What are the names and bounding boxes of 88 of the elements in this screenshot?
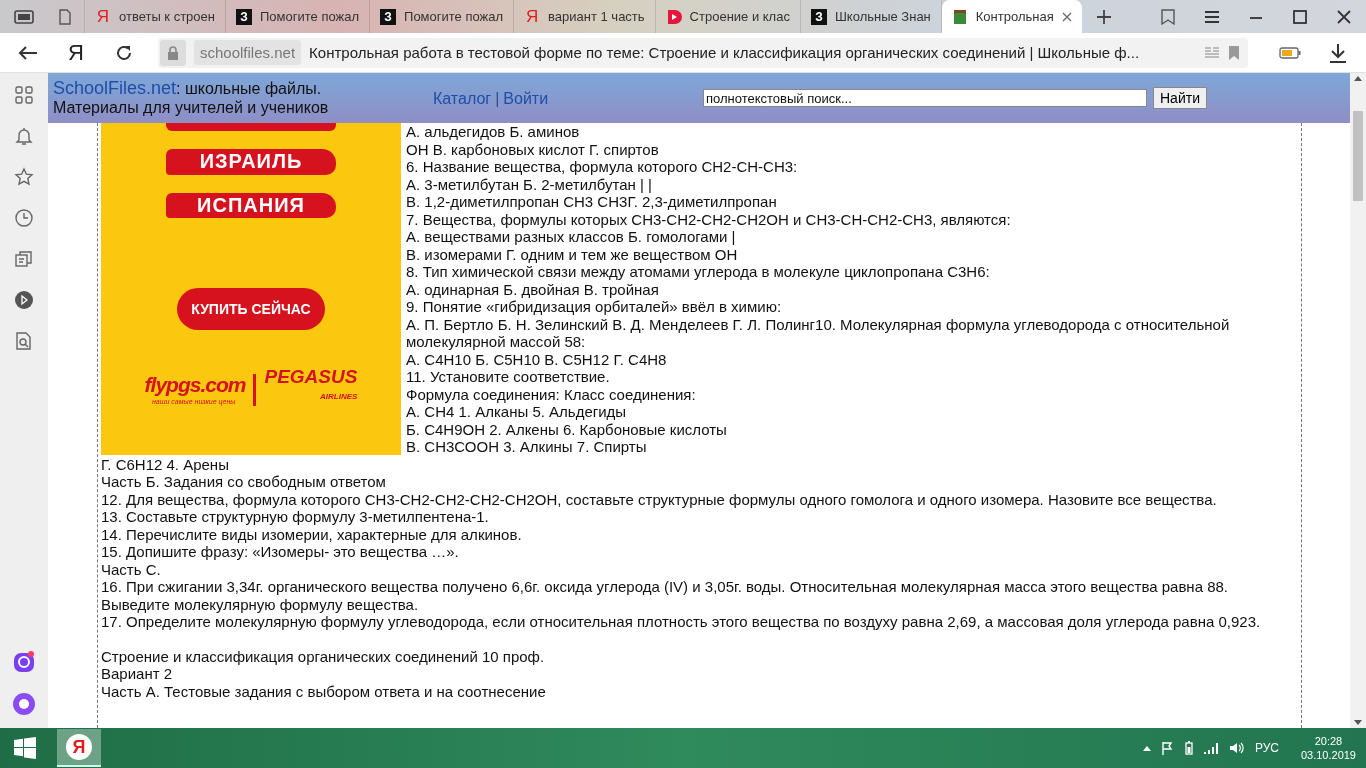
site-logo-text: flypgs.com bbox=[144, 371, 246, 398]
taskbar-browser-button[interactable]: Я bbox=[57, 729, 101, 767]
znanija-logo-icon: З bbox=[810, 8, 827, 25]
document-icon bbox=[58, 8, 72, 25]
text-line: Часть С. bbox=[101, 560, 162, 578]
text-line: 16. При сжигании 3,34г. органического вещества получено 6,6г. оксида углерода (IV) и 3,05г. воды. Относительная молекулярная масса этого вещества равна 88. Выведите молекулярную формулу вещества. bbox=[101, 578, 1229, 613]
text-line: В. 1,2-диметилпропан СН3 СН3Г. 2,3-диметилпропан bbox=[406, 193, 778, 211]
chat-app-icon[interactable] bbox=[12, 650, 36, 674]
close-tab-icon[interactable] bbox=[1061, 11, 1072, 22]
text-line: В. СН3СООН 3. Алкины 7. Спирты bbox=[406, 438, 648, 456]
yandex-home-button[interactable]: Я bbox=[68, 39, 84, 66]
text-line: 7. Вещества, формулы которых СН3-СН2-СН2-СН2ОН и СН3-СН-СН2-СН3, являются: bbox=[406, 210, 1012, 228]
back-icon[interactable] bbox=[18, 44, 38, 61]
text-line: Б. С4Н9ОН 2. Алкены 6. Карбоновые кислоты bbox=[406, 420, 728, 438]
brand-logo-text: PEGASUS bbox=[264, 366, 358, 388]
tray-expand-icon[interactable] bbox=[1142, 745, 1151, 751]
text-line: 15. Допишите фразу: «Изомеры- это вещества …». bbox=[101, 543, 460, 561]
text-line: 8. Тип химической связи между атомами углерода в молекуле циклопропана С3Н6: bbox=[406, 263, 991, 281]
domain-label: schoolfiles.net bbox=[194, 40, 302, 65]
new-tab-icon[interactable] bbox=[1095, 8, 1112, 25]
language-indicator[interactable]: РУС bbox=[1254, 741, 1279, 755]
yandex-browser-icon: Я bbox=[66, 734, 92, 760]
text-line: 9. Понятие «гибридизация орбиталей» ввёл в химию: bbox=[406, 298, 783, 316]
text-line: А. 3-метилбутан Б. 2-метилбутан | | bbox=[406, 175, 653, 193]
site-subtitle: Материалы для учителей и учеников bbox=[53, 98, 330, 117]
history-icon[interactable] bbox=[14, 208, 34, 228]
text-line: 17. Определите молекулярную формулу углеводорода, если относительная плотность этого вещества по воздуху равна 2,69, а массовая доля углерода равна 0,923. bbox=[101, 613, 1262, 631]
text-line: Часть А. Тестовые задания с выбором ответа и на соотнесение bbox=[101, 682, 547, 700]
voice-assistant-icon[interactable] bbox=[12, 692, 36, 716]
tab-list-icon[interactable] bbox=[14, 9, 34, 24]
reload-icon[interactable] bbox=[115, 43, 133, 62]
destination-banner: ИСПАНИЯ bbox=[166, 192, 336, 218]
close-icon[interactable] bbox=[1335, 7, 1353, 26]
star-icon[interactable] bbox=[14, 167, 34, 187]
page-search-icon[interactable] bbox=[14, 331, 34, 351]
clock-date: 03.10.2019 bbox=[1300, 748, 1356, 762]
play-icon[interactable] bbox=[14, 290, 34, 310]
flag-icon[interactable] bbox=[1160, 741, 1175, 755]
grid-icon[interactable] bbox=[14, 85, 34, 105]
play-logo-icon bbox=[665, 8, 682, 25]
text-line: Формула соединения: Класс соединения: bbox=[406, 385, 697, 403]
bell-icon[interactable] bbox=[14, 126, 34, 146]
clock-time: 20:28 bbox=[1314, 734, 1343, 748]
text-line: А. СН4 1. Алканы 5. Альдегиды bbox=[406, 403, 628, 421]
clock[interactable]: 20:28 03.10.2019 bbox=[1300, 734, 1356, 762]
text-line: 13. Составьте структурную формулу 3-метилпентена-1. bbox=[101, 508, 490, 526]
signal-icon[interactable] bbox=[1202, 741, 1219, 755]
scrollbar-thumb[interactable] bbox=[1353, 111, 1363, 201]
brand-subtitle: AIRLINES bbox=[320, 391, 358, 403]
browser-tab[interactable]: Контрольная bbox=[941, 0, 1082, 33]
volume-icon[interactable] bbox=[1228, 741, 1245, 755]
maximize-icon[interactable] bbox=[1291, 7, 1309, 26]
search-button[interactable]: Найти bbox=[1153, 87, 1207, 109]
text-line: А. альдегидов Б. аминов bbox=[406, 123, 581, 141]
book-icon bbox=[951, 8, 968, 25]
text-line: Часть Б. Задания со свободным ответом bbox=[101, 473, 387, 491]
windows-start-icon[interactable] bbox=[14, 737, 36, 759]
destination-banner: ИЗРАИЛЬ bbox=[166, 149, 336, 175]
scroll-down-icon[interactable] bbox=[1354, 720, 1362, 725]
download-icon[interactable] bbox=[1329, 42, 1347, 63]
text-line: В. изомерами Г. одним и тем же веществом ОН bbox=[406, 245, 739, 263]
text-line: Вариант 2 bbox=[101, 665, 174, 683]
text-line: 14. Перечислите виды изомерии, характерные для алкинов. bbox=[101, 525, 523, 543]
text-line: А. С4Н10 Б. С5Н10 В. С5Н12 Г. С4Н8 bbox=[406, 350, 668, 368]
text-line: А. веществами разных классов Б. гомологами | bbox=[406, 228, 737, 246]
yandex-logo-icon: Я bbox=[524, 6, 541, 27]
text-line: ОН В. карбоновых кислот Г. спиртов bbox=[406, 140, 660, 158]
page-title: Контрольная работа в тестовой форме по теме: Строение и классификация органических соединений | Школьные ф... bbox=[309, 44, 1141, 61]
text-line: А. одинарная Б. двойная В. тройная bbox=[406, 280, 660, 298]
text-line: 6. Название вещества, формула которого СН2-СН-СН3: bbox=[406, 158, 799, 176]
buy-now-button[interactable]: КУПИТЬ СЕЙЧАС bbox=[177, 288, 325, 330]
text-line: Строение и классификация органических соединений 10 проф. bbox=[101, 647, 546, 665]
lock-icon bbox=[167, 45, 179, 60]
yandex-logo-icon: Я bbox=[95, 6, 111, 27]
address-bar[interactable]: schoolfiles.net Контрольная работа в тестовой форме по теме: Строение и классификация органических соединений | Школьные ф... bbox=[158, 37, 1248, 68]
site-tagline: SchoolFiles.net: школьные файлы. bbox=[53, 79, 323, 98]
battery-icon[interactable] bbox=[1184, 741, 1193, 755]
text-line: Г. С6Н12 4. Арены bbox=[101, 455, 230, 473]
text-line: 11. Установите соответствие. bbox=[406, 368, 611, 386]
scroll-up-icon[interactable] bbox=[1354, 76, 1362, 81]
znanija-logo-icon: З bbox=[236, 8, 252, 25]
text-line: А. П. Бертло Б. Н. Зелинский В. Д. Менделеев Г. Л. Полинг10. Молекулярная формула углеводорода с относительной молекулярной массой 58: bbox=[406, 315, 1231, 351]
link-separator: | bbox=[495, 90, 500, 108]
battery-icon bbox=[1279, 46, 1301, 59]
znanija-logo-icon: З bbox=[380, 8, 397, 25]
search-field[interactable]: полнотекстовый поиск... bbox=[703, 89, 1147, 107]
text-line: 12. Для вещества, формула которого СН3-СН2-СН2-СН2-СН2ОН, составьте структурные формулы одного гомолога и одного изомера. Назовите все вещества. bbox=[101, 490, 1218, 508]
bookmark-icon[interactable] bbox=[1228, 44, 1240, 61]
